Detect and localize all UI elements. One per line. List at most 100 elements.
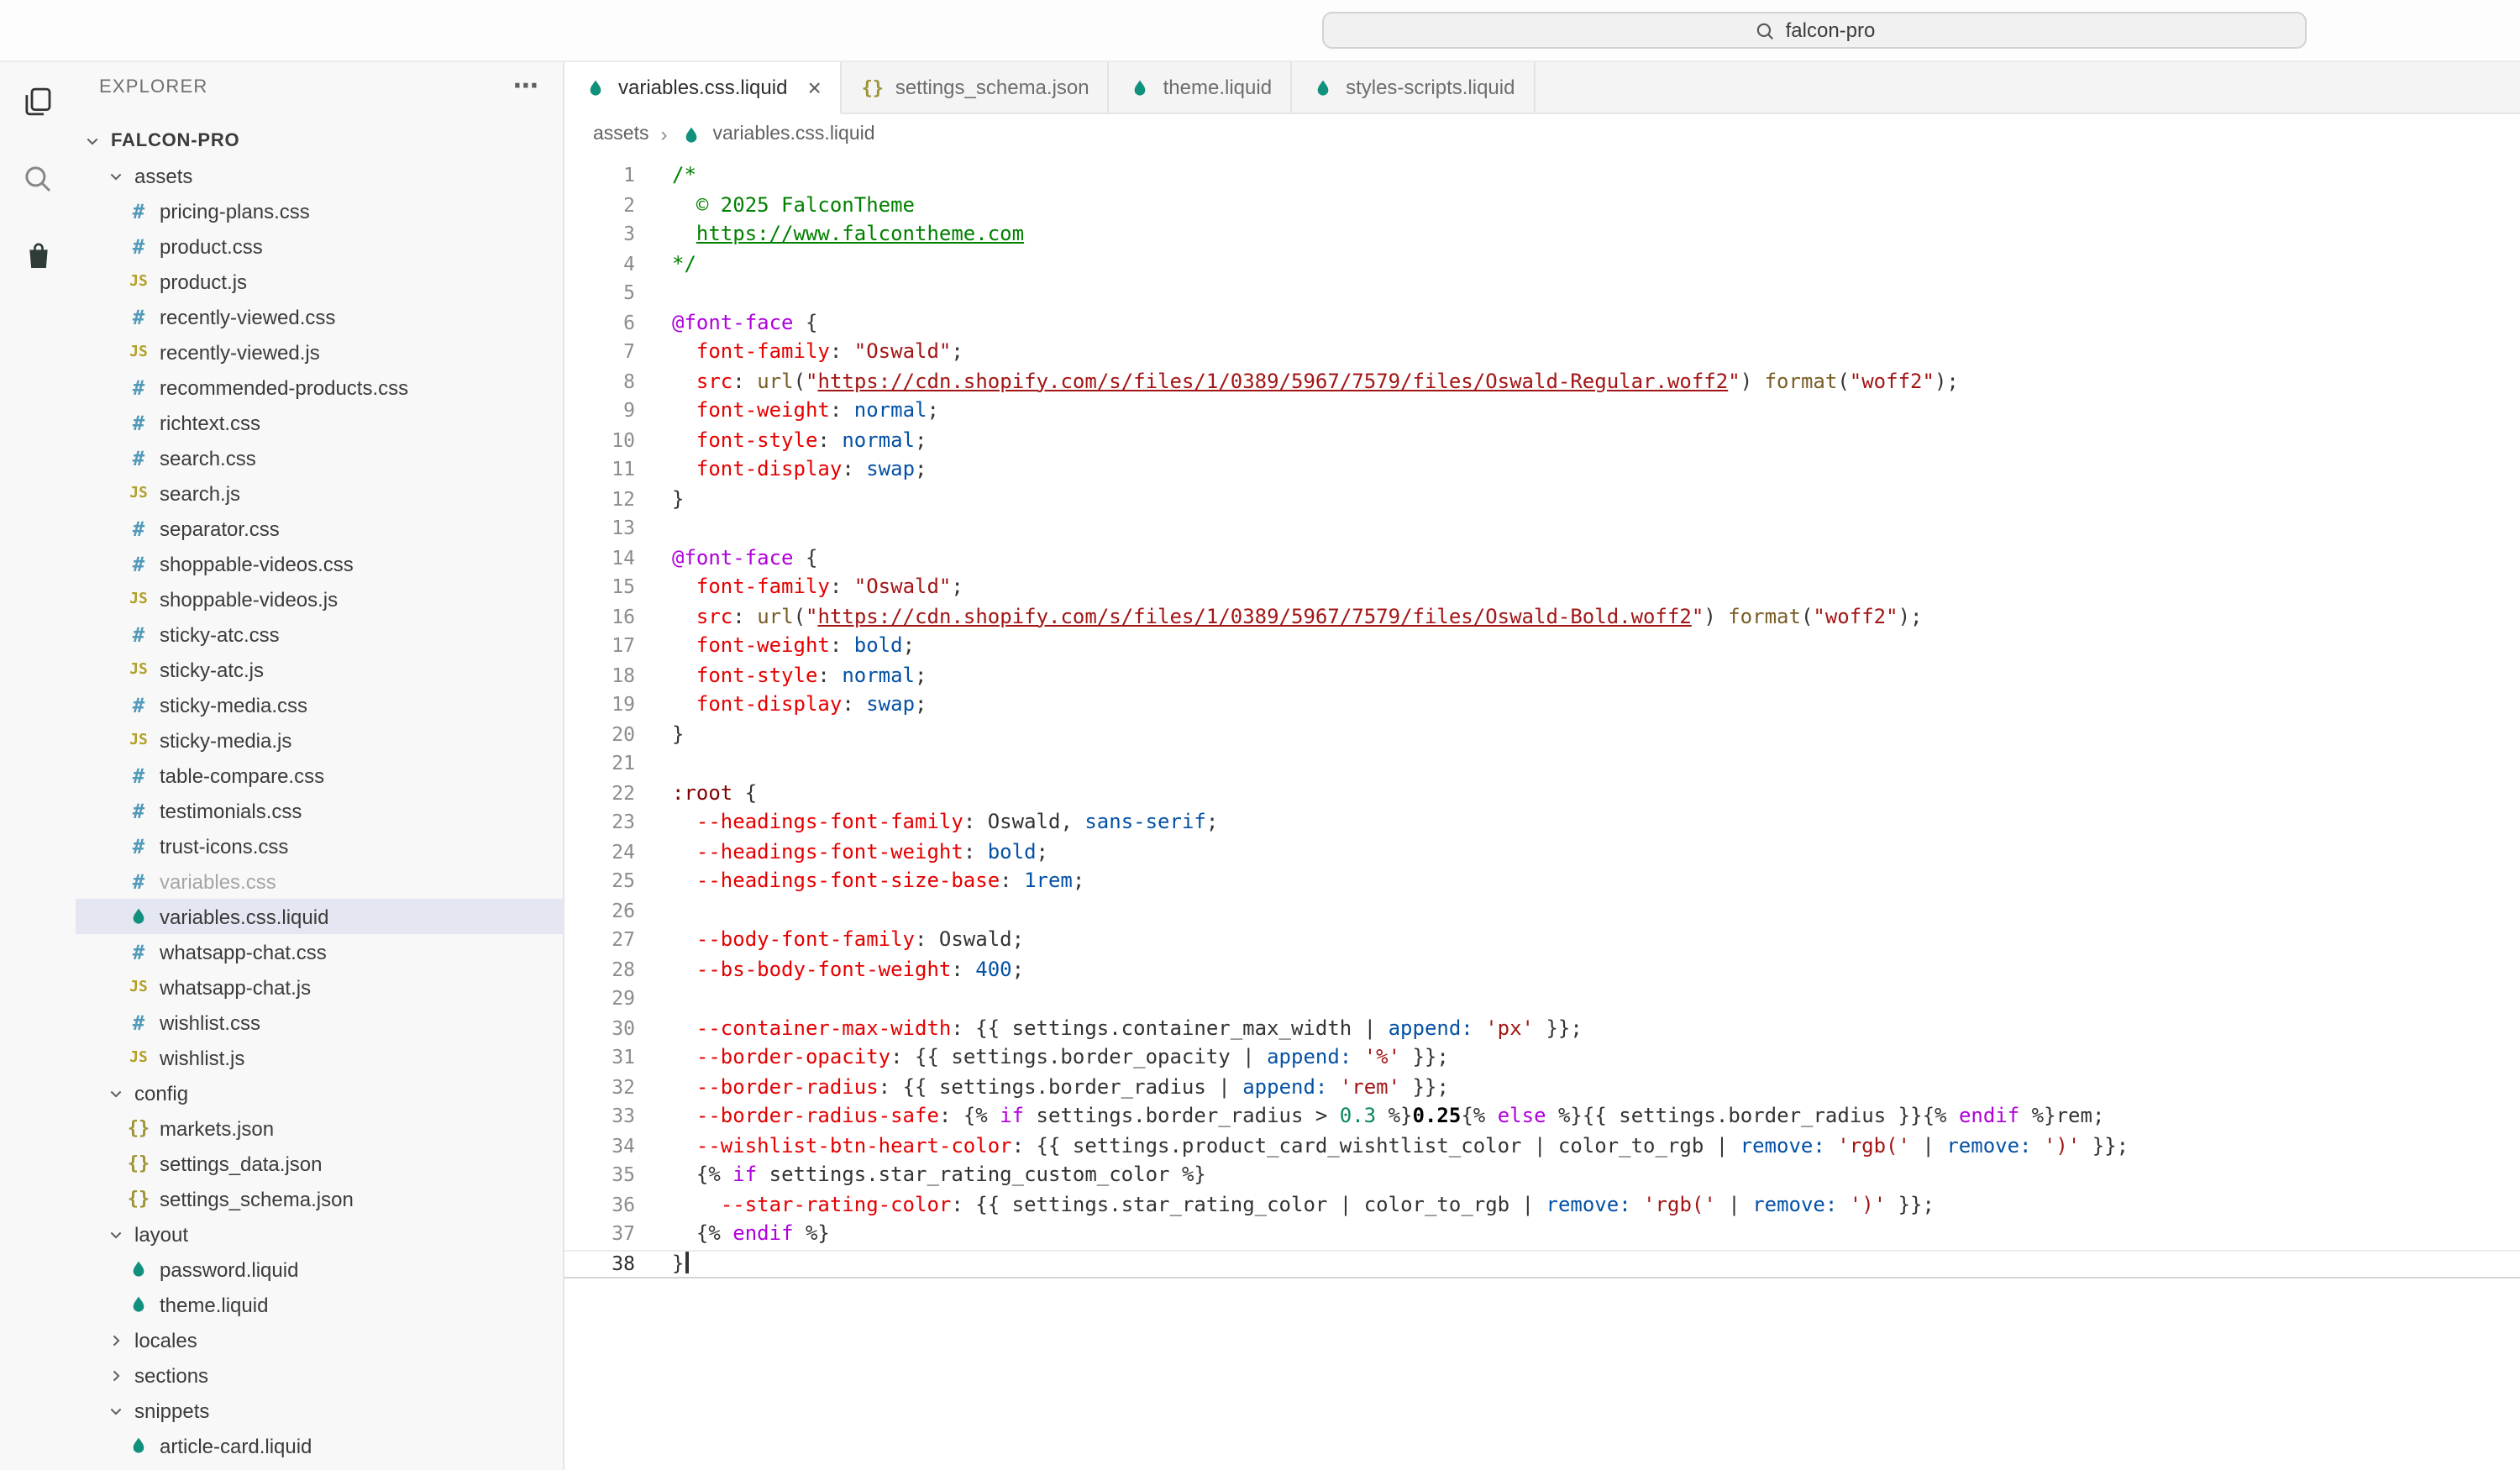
line-number[interactable]: 15: [564, 573, 635, 602]
code-line[interactable]: 6@font-face {: [564, 308, 2520, 338]
file-item[interactable]: password.liquid: [76, 1252, 563, 1287]
code-line[interactable]: 2 © 2025 FalconTheme: [564, 191, 2520, 220]
file-item[interactable]: #separator.css: [76, 511, 563, 546]
tab-theme.liquid[interactable]: theme.liquid: [1110, 62, 1292, 113]
tab-styles-scripts.liquid[interactable]: styles-scripts.liquid: [1292, 62, 1535, 113]
line-number[interactable]: 10: [564, 426, 635, 455]
file-item[interactable]: #shoppable-videos.css: [76, 546, 563, 581]
code-line[interactable]: 24 --headings-font-weight: bold;: [564, 837, 2520, 867]
code-line[interactable]: 19 font-display: swap;: [564, 690, 2520, 720]
shopify-activity-icon[interactable]: [0, 217, 76, 294]
code-line[interactable]: 38}: [564, 1249, 2520, 1278]
tab-variables.css.liquid[interactable]: variables.css.liquid×: [564, 62, 842, 114]
line-number[interactable]: 25: [564, 867, 635, 896]
search-activity-icon[interactable]: [0, 139, 76, 217]
file-item[interactable]: #variables.css: [76, 864, 563, 899]
code-editor[interactable]: 1/*2 © 2025 FalconTheme3 https://www.fal…: [564, 155, 2520, 1470]
file-item[interactable]: #trust-icons.css: [76, 828, 563, 864]
file-item[interactable]: JSwhatsapp-chat.js: [76, 969, 563, 1005]
code-line[interactable]: 30 --container-max-width: {{ settings.co…: [564, 1014, 2520, 1043]
line-number[interactable]: 11: [564, 455, 635, 485]
line-number[interactable]: 26: [564, 896, 635, 926]
code-line[interactable]: 36 --star-rating-color: {{ settings.star…: [564, 1190, 2520, 1220]
file-item[interactable]: JSsticky-atc.js: [76, 652, 563, 687]
more-actions-icon[interactable]: ⋯: [513, 79, 539, 96]
line-number[interactable]: 4: [564, 249, 635, 279]
line-number[interactable]: 29: [564, 984, 635, 1014]
code-line[interactable]: 4*/: [564, 249, 2520, 279]
code-line[interactable]: 35 {% if settings.star_rating_custom_col…: [564, 1161, 2520, 1190]
file-item[interactable]: {}settings_schema.json: [76, 1181, 563, 1216]
code-line[interactable]: 28 --bs-body-font-weight: 400;: [564, 955, 2520, 984]
file-item[interactable]: variables.css.liquid: [76, 899, 563, 934]
code-line[interactable]: 18 font-style: normal;: [564, 661, 2520, 690]
folder-item[interactable]: layout: [76, 1216, 563, 1252]
line-number[interactable]: 3: [564, 220, 635, 249]
code-line[interactable]: 29: [564, 984, 2520, 1014]
line-number[interactable]: 6: [564, 308, 635, 338]
code-line[interactable]: 16 src: url("https://cdn.shopify.com/s/f…: [564, 602, 2520, 632]
line-number[interactable]: 2: [564, 191, 635, 220]
command-center[interactable]: falcon-pro: [1322, 12, 2307, 49]
line-number[interactable]: 23: [564, 808, 635, 837]
code-line[interactable]: 34 --wishlist-btn-heart-color: {{ settin…: [564, 1131, 2520, 1161]
close-icon[interactable]: ×: [807, 77, 821, 97]
folder-item[interactable]: assets: [76, 158, 563, 193]
explorer-activity-icon[interactable]: [0, 62, 76, 139]
line-number[interactable]: 36: [564, 1190, 635, 1220]
code-line[interactable]: 7 font-family: "Oswald";: [564, 338, 2520, 367]
line-number[interactable]: 18: [564, 661, 635, 690]
line-number[interactable]: 32: [564, 1073, 635, 1102]
code-line[interactable]: 5: [564, 279, 2520, 308]
file-item[interactable]: theme.liquid: [76, 1287, 563, 1322]
code-line[interactable]: 3 https://www.falcontheme.com: [564, 220, 2520, 249]
code-line[interactable]: 22:root {: [564, 779, 2520, 808]
file-item[interactable]: #recently-viewed.css: [76, 299, 563, 334]
file-item[interactable]: #richtext.css: [76, 405, 563, 440]
line-number[interactable]: 38: [564, 1249, 635, 1278]
breadcrumb-item[interactable]: variables.css.liquid: [680, 123, 875, 145]
file-item[interactable]: #search.css: [76, 440, 563, 475]
code-line[interactable]: 12}: [564, 485, 2520, 514]
file-item[interactable]: JSshoppable-videos.js: [76, 581, 563, 617]
code-line[interactable]: 31 --border-opacity: {{ settings.border_…: [564, 1043, 2520, 1073]
code-line[interactable]: 11 font-display: swap;: [564, 455, 2520, 485]
file-item[interactable]: #wishlist.css: [76, 1005, 563, 1040]
code-line[interactable]: 10 font-style: normal;: [564, 426, 2520, 455]
file-item[interactable]: #pricing-plans.css: [76, 193, 563, 228]
line-number[interactable]: 34: [564, 1131, 635, 1161]
file-item[interactable]: JSsearch.js: [76, 475, 563, 511]
folder-item[interactable]: FALCON-PRO: [76, 123, 563, 158]
file-item[interactable]: #recommended-products.css: [76, 370, 563, 405]
line-number[interactable]: 37: [564, 1220, 635, 1249]
line-number[interactable]: 16: [564, 602, 635, 632]
code-line[interactable]: 14@font-face {: [564, 543, 2520, 573]
line-number[interactable]: 1: [564, 161, 635, 191]
file-item[interactable]: #table-compare.css: [76, 758, 563, 793]
file-item[interactable]: #testimonials.css: [76, 793, 563, 828]
folder-item[interactable]: config: [76, 1075, 563, 1110]
code-line[interactable]: 8 src: url("https://cdn.shopify.com/s/fi…: [564, 367, 2520, 396]
file-item[interactable]: #whatsapp-chat.css: [76, 934, 563, 969]
file-item[interactable]: #product.css: [76, 228, 563, 264]
file-item[interactable]: {}markets.json: [76, 1110, 563, 1146]
line-number[interactable]: 27: [564, 926, 635, 955]
line-number[interactable]: 5: [564, 279, 635, 308]
code-line[interactable]: 32 --border-radius: {{ settings.border_r…: [564, 1073, 2520, 1102]
line-number[interactable]: 24: [564, 837, 635, 867]
folder-item[interactable]: locales: [76, 1322, 563, 1357]
line-number[interactable]: 7: [564, 338, 635, 367]
line-number[interactable]: 12: [564, 485, 635, 514]
code-line[interactable]: 27 --body-font-family: Oswald;: [564, 926, 2520, 955]
breadcrumb-item[interactable]: assets: [593, 124, 649, 144]
line-number[interactable]: 31: [564, 1043, 635, 1073]
line-number[interactable]: 14: [564, 543, 635, 573]
code-line[interactable]: 20}: [564, 720, 2520, 749]
line-number[interactable]: 13: [564, 514, 635, 543]
file-item[interactable]: JSsticky-media.js: [76, 722, 563, 758]
line-number[interactable]: 21: [564, 749, 635, 779]
folder-item[interactable]: snippets: [76, 1393, 563, 1428]
line-number[interactable]: 28: [564, 955, 635, 984]
file-item[interactable]: #sticky-atc.css: [76, 617, 563, 652]
file-item[interactable]: JSrecently-viewed.js: [76, 334, 563, 370]
